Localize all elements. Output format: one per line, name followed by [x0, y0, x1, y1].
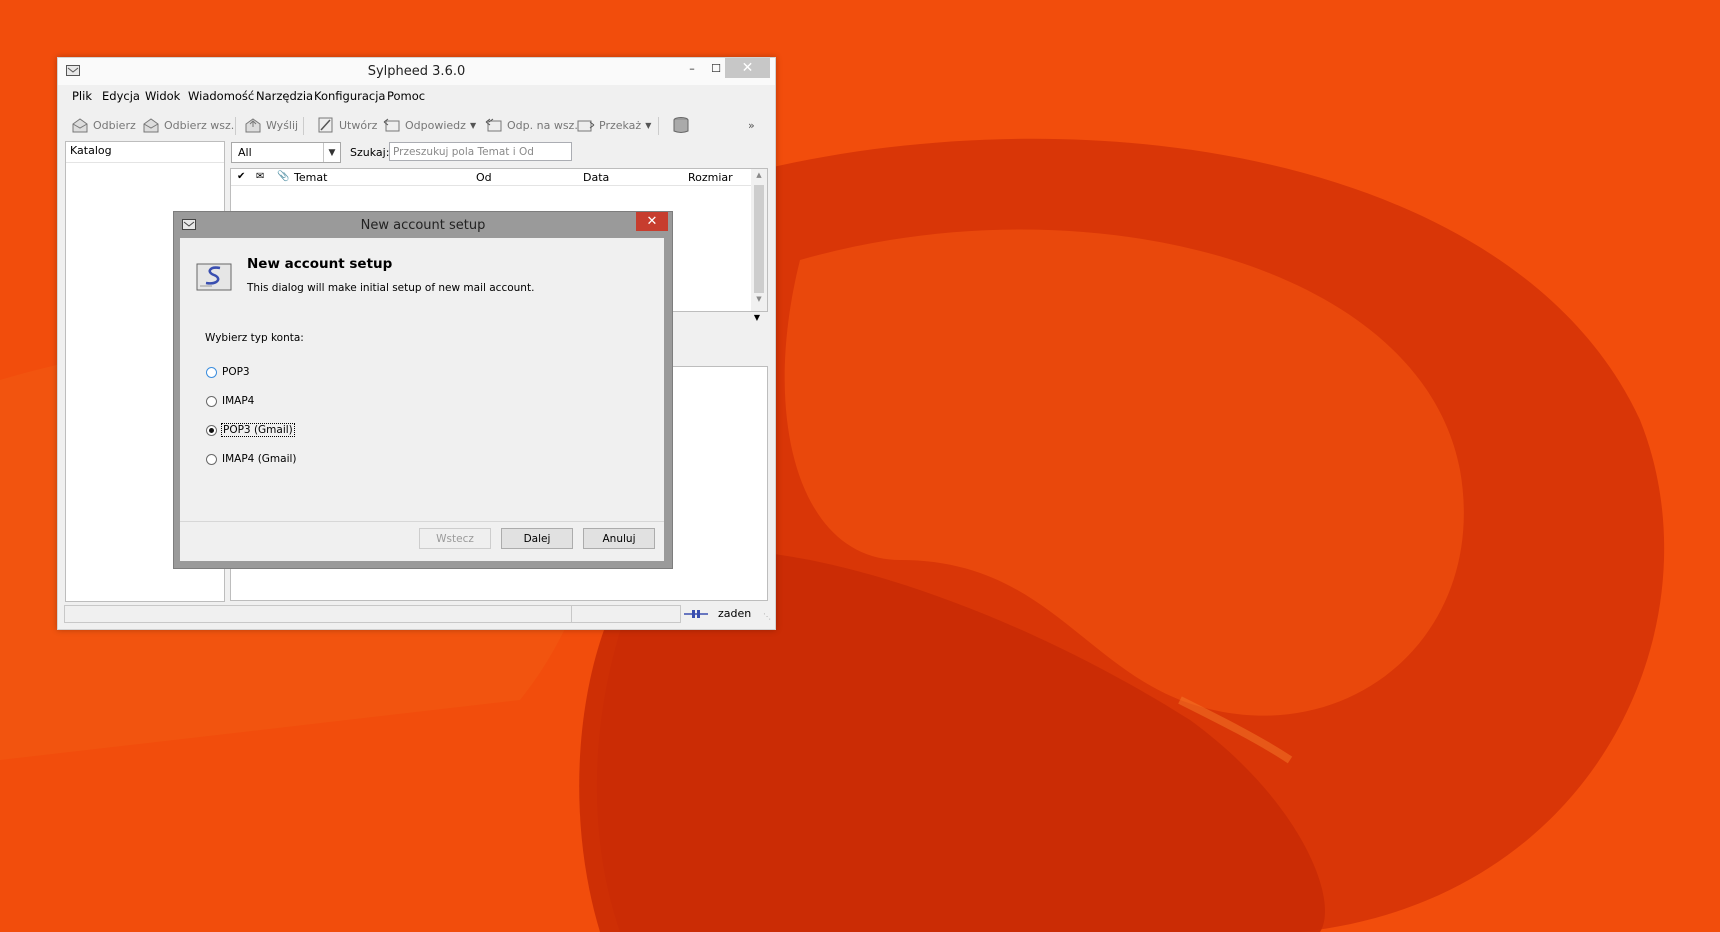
sylpheed-logo-icon	[196, 263, 232, 291]
status-online-text: zaden	[718, 607, 752, 620]
next-button[interactable]: Dalej	[501, 528, 573, 549]
compose-label: Utwórz	[339, 118, 378, 132]
toolbar-separator	[303, 117, 304, 135]
reply-all-button[interactable]: Odp. na wsz.	[485, 115, 578, 135]
radio-button[interactable]	[206, 453, 217, 465]
radio-label[interactable]: IMAP4	[222, 395, 254, 407]
forward-label: Przekaż	[599, 118, 642, 132]
reply-button[interactable]: Odpowiedz ▼	[383, 115, 476, 135]
radio-label[interactable]: IMAP4 (Gmail)	[222, 453, 297, 465]
toolbar: Odbierz Odbierz wsz. Wyślij Utwórz Odpow…	[58, 107, 775, 143]
dialog-description: This dialog will make initial setup of n…	[247, 282, 535, 294]
scroll-down-icon[interactable]: ▼	[751, 295, 767, 309]
menubar: Plik Edycja Widok Wiadomość Narzędzia Ko…	[58, 85, 775, 107]
inbox-icon	[143, 118, 159, 133]
column-date[interactable]: Data	[583, 171, 609, 184]
reply-dropdown-icon[interactable]: ▼	[470, 121, 476, 130]
menu-edit[interactable]: Edycja	[102, 89, 140, 103]
message-list-header: ✔ ✉ 📎 Temat Od Data Rozmiar	[231, 169, 751, 186]
scrollbar-thumb[interactable]	[754, 185, 764, 293]
folder-pane-header[interactable]: Katalog	[66, 142, 224, 163]
new-account-dialog: New account setup ✕ New account setup Th…	[173, 211, 673, 569]
send-button[interactable]: Wyślij	[244, 115, 298, 135]
radio-button[interactable]	[206, 395, 217, 407]
forward-icon	[577, 120, 595, 132]
column-subject[interactable]: Temat	[294, 171, 327, 184]
receive-label: Odbierz	[93, 118, 136, 132]
toolbar-separator	[658, 117, 659, 135]
trash-button[interactable]	[672, 115, 690, 135]
toolbar-separator	[235, 117, 236, 135]
status-progress-field	[571, 605, 681, 623]
close-icon[interactable]: ✕	[636, 212, 668, 231]
attachment-column-icon[interactable]: 📎	[277, 171, 289, 182]
receive-button[interactable]: Odbierz	[71, 115, 136, 135]
send-label: Wyślij	[266, 118, 299, 132]
menu-tools[interactable]: Narzędzia	[256, 89, 313, 103]
window-title: Sylpheed 3.6.0	[367, 64, 466, 79]
menu-file[interactable]: Plik	[72, 89, 92, 103]
account-type-prompt: Wybierz typ konta:	[205, 332, 304, 344]
filter-select[interactable]: All ▼	[231, 142, 341, 163]
reply-label: Odpowiedz	[405, 118, 466, 132]
close-icon[interactable]: ✕	[725, 58, 770, 78]
compose-button[interactable]: Utwórz	[317, 115, 377, 135]
radio-option-imap4-gmail[interactable]: IMAP4 (Gmail)	[206, 453, 297, 465]
radio-option-imap4[interactable]: IMAP4	[206, 395, 254, 407]
outbox-icon	[245, 118, 261, 133]
mark-column-icon[interactable]: ✔	[237, 171, 245, 182]
column-size[interactable]: Rozmiar	[688, 171, 733, 184]
status-message-field	[64, 605, 575, 623]
radio-button[interactable]	[206, 366, 217, 378]
reply-all-label: Odp. na wsz.	[507, 118, 578, 132]
expand-down-icon[interactable]: ▼	[754, 313, 760, 322]
reply-icon	[383, 118, 400, 132]
back-button[interactable]: Wstecz	[419, 528, 491, 549]
resize-grip-icon[interactable]: ⋱	[763, 612, 771, 621]
envelope-column-icon[interactable]: ✉	[256, 171, 264, 182]
scroll-up-icon[interactable]: ▲	[751, 171, 767, 185]
menu-message[interactable]: Wiadomość	[188, 89, 254, 103]
chevron-down-icon[interactable]: ▼	[323, 143, 340, 162]
reply-all-icon	[485, 118, 502, 132]
receive-all-label: Odbierz wsz.	[164, 118, 235, 132]
dialog-separator	[180, 521, 664, 522]
filter-selected-value: All	[238, 146, 252, 159]
menu-view[interactable]: Widok	[145, 89, 180, 103]
menu-help[interactable]: Pomoc	[387, 89, 425, 103]
column-from[interactable]: Od	[476, 171, 492, 184]
radio-label[interactable]: POP3 (Gmail)	[221, 423, 295, 437]
compose-icon	[318, 117, 333, 133]
receive-all-button[interactable]: Odbierz wsz.	[142, 115, 234, 135]
search-input[interactable]	[389, 142, 572, 161]
statusbar: zaden ⋱	[58, 602, 775, 626]
dialog-heading: New account setup	[247, 256, 393, 272]
cancel-button[interactable]: Anuluj	[583, 528, 655, 549]
forward-button[interactable]: Przekaż ▼	[577, 115, 651, 135]
radio-button[interactable]	[206, 424, 217, 436]
dialog-title: New account setup	[360, 218, 486, 233]
window-titlebar[interactable]: Sylpheed 3.6.0 – ☐ ✕	[58, 58, 775, 85]
online-plug-icon[interactable]	[684, 608, 708, 620]
trash-icon	[673, 117, 689, 133]
search-label: Szukaj:	[350, 146, 390, 159]
radio-option-pop3-gmail[interactable]: POP3 (Gmail)	[206, 423, 295, 437]
forward-dropdown-icon[interactable]: ▼	[645, 121, 651, 130]
toolbar-overflow-button[interactable]: »	[748, 115, 755, 135]
radio-option-pop3[interactable]: POP3	[206, 366, 250, 378]
menu-configuration[interactable]: Konfiguracja	[314, 89, 385, 103]
dialog-body: New account setup This dialog will make …	[180, 238, 664, 561]
inbox-icon	[72, 118, 88, 133]
message-list-scrollbar[interactable]: ▲ ▼	[751, 169, 767, 311]
radio-label[interactable]: POP3	[222, 366, 250, 378]
dialog-titlebar[interactable]: New account setup ✕	[174, 212, 672, 238]
